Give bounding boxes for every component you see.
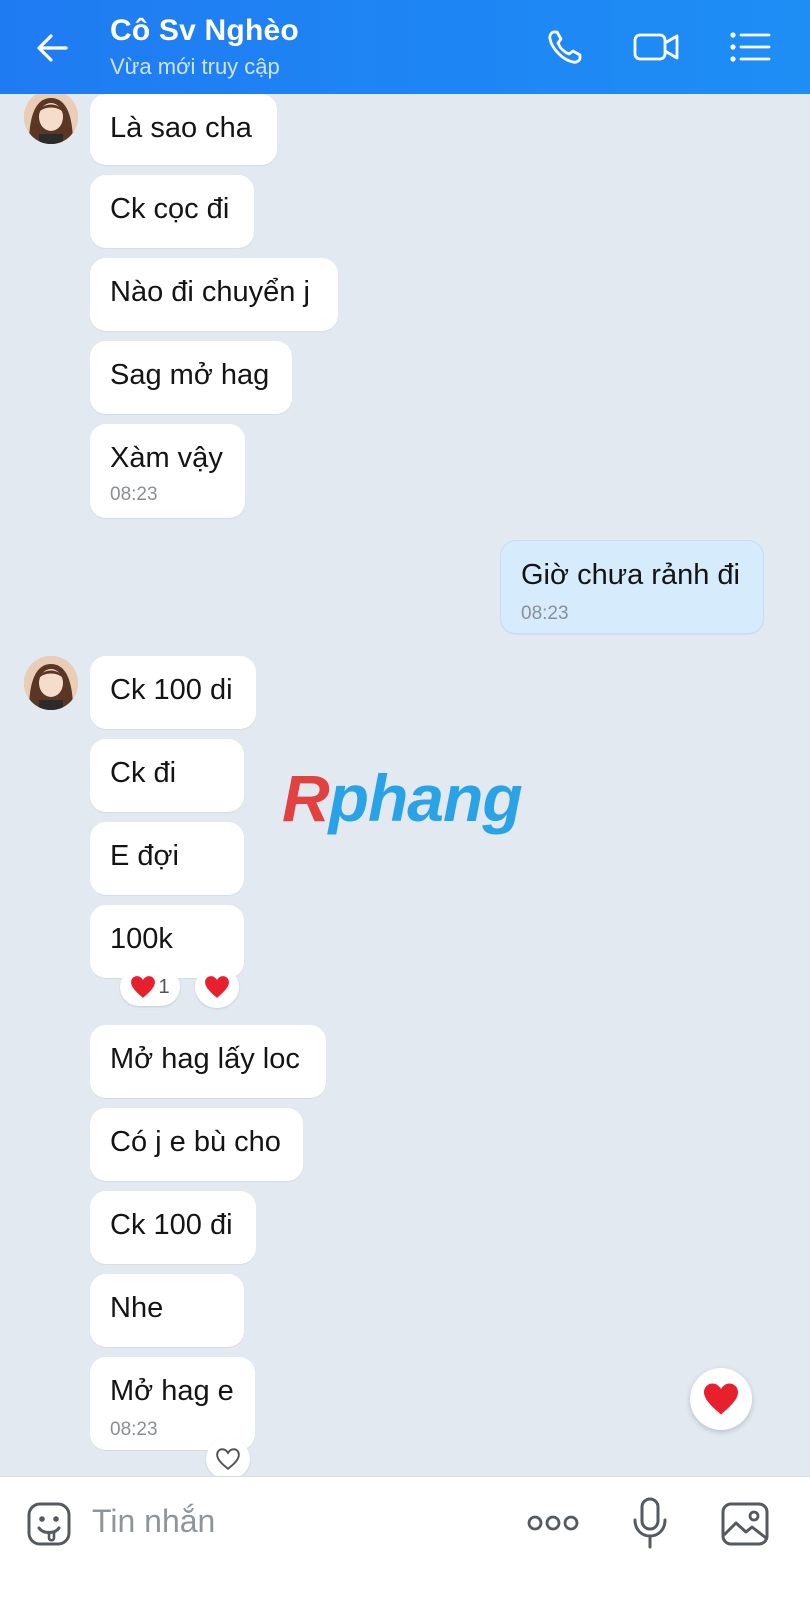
- sticker-button[interactable]: [22, 1497, 76, 1551]
- message-time: 08:23: [110, 1419, 158, 1440]
- message-text: Có j e bù cho: [110, 1126, 281, 1158]
- watermark-first-letter: R: [282, 761, 330, 835]
- microphone-icon: [633, 1497, 667, 1549]
- message-time: 08:23: [521, 603, 569, 624]
- reaction-summary[interactable]: 1: [120, 968, 180, 1006]
- message-text: Là sao cha: [110, 112, 252, 144]
- message-text: Ck 100 đi: [110, 1209, 233, 1241]
- voice-call-button[interactable]: [540, 22, 590, 72]
- quick-heart-button[interactable]: [690, 1368, 752, 1430]
- message-bubble[interactable]: Mở hag lấy loc: [90, 1025, 326, 1098]
- message-text: Nhe: [110, 1292, 164, 1324]
- heart-icon: [205, 976, 229, 998]
- message-bubble[interactable]: Xàm vậy 08:23: [90, 424, 245, 518]
- message-text: Xàm vậy: [110, 442, 223, 474]
- message-text: Giờ chưa rảnh đi: [521, 559, 740, 591]
- react-button[interactable]: [195, 966, 239, 1008]
- message-bubble[interactable]: E đợi: [90, 822, 244, 895]
- heart-icon: [131, 976, 156, 998]
- message-bubble[interactable]: Ck 100 di: [90, 656, 256, 729]
- message-bubble[interactable]: Ck 100 đi: [90, 1191, 256, 1264]
- message-text: Mở hag e: [110, 1375, 234, 1407]
- message-bubble[interactable]: Sag mở hag: [90, 341, 292, 414]
- message-text: Mở hag lấy loc: [110, 1043, 300, 1075]
- reaction-count: 1: [158, 975, 170, 998]
- back-arrow-icon: [37, 34, 68, 62]
- video-camera-icon: [633, 33, 679, 61]
- image-picker-button[interactable]: [718, 1497, 772, 1551]
- watermark-logo: Rphang: [282, 760, 523, 836]
- message-bubble[interactable]: Có j e bù cho: [90, 1108, 303, 1181]
- message-text: Ck đi: [110, 757, 177, 789]
- avatar-photo-icon: [24, 94, 78, 144]
- message-bubble[interactable]: Mở hag e 08:23: [90, 1357, 255, 1450]
- message-input[interactable]: Tin nhắn: [92, 1503, 215, 1540]
- more-dots-icon: [527, 1515, 579, 1531]
- contact-status: Vừa mới truy cập: [110, 54, 280, 79]
- message-text: Ck 100 di: [110, 674, 233, 706]
- watermark-rest: phang: [328, 761, 523, 835]
- message-time: 08:23: [110, 484, 158, 505]
- sticker-face-icon: [27, 1502, 71, 1546]
- message-text: Ck cọc đi: [110, 193, 230, 225]
- message-text: 100k: [110, 923, 173, 955]
- message-bubble[interactable]: Nhe: [90, 1274, 244, 1347]
- message-text: Nào đi chuyển j: [110, 276, 310, 308]
- message-input-bar: Tin nhắn: [0, 1476, 810, 1601]
- message-bubble[interactable]: Là sao cha: [90, 94, 277, 165]
- heart-outline-icon: [216, 1448, 240, 1470]
- message-text: Sag mở hag: [110, 359, 270, 391]
- react-button[interactable]: [206, 1438, 250, 1480]
- back-button[interactable]: [28, 24, 76, 72]
- more-options-button[interactable]: [522, 1503, 584, 1543]
- contact-avatar[interactable]: [24, 94, 78, 144]
- chat-header: Cô Sv Nghèo Vừa mới truy cập: [0, 0, 810, 94]
- my-message-bubble[interactable]: Giờ chưa rảnh đi 08:23: [500, 540, 764, 634]
- phone-icon: [548, 30, 582, 64]
- message-text: E đợi: [110, 840, 179, 872]
- contact-name[interactable]: Cô Sv Nghèo: [110, 14, 299, 48]
- message-bubble[interactable]: Nào đi chuyển j: [90, 258, 338, 331]
- list-menu-icon: [730, 32, 771, 62]
- heart-icon: [704, 1383, 738, 1415]
- video-call-button[interactable]: [628, 22, 686, 72]
- voice-record-button[interactable]: [626, 1495, 674, 1551]
- image-gallery-icon: [721, 1502, 769, 1546]
- message-bubble[interactable]: Ck cọc đi: [90, 175, 254, 248]
- contact-avatar[interactable]: [24, 656, 78, 710]
- avatar-photo-icon: [24, 656, 78, 710]
- options-menu-button[interactable]: [722, 22, 778, 72]
- message-bubble[interactable]: Ck đi: [90, 739, 244, 812]
